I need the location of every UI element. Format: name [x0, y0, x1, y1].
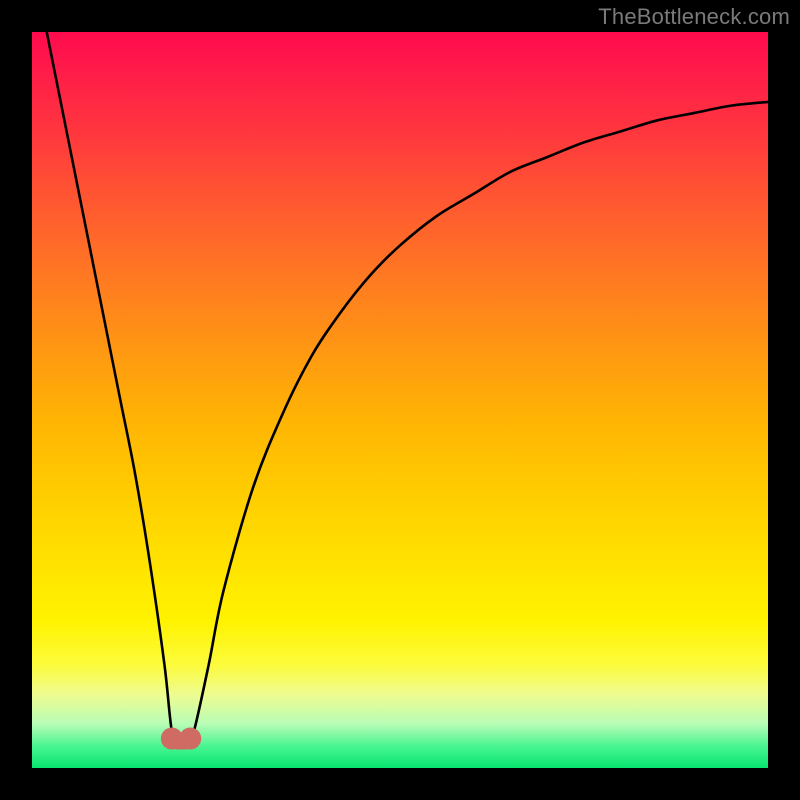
min-markers	[161, 728, 201, 750]
marker-min-right	[179, 728, 201, 750]
watermark-text: TheBottleneck.com	[598, 4, 790, 30]
bottleneck-curve-path	[47, 32, 768, 748]
chart-svg	[32, 32, 768, 768]
chart-area	[32, 32, 768, 768]
